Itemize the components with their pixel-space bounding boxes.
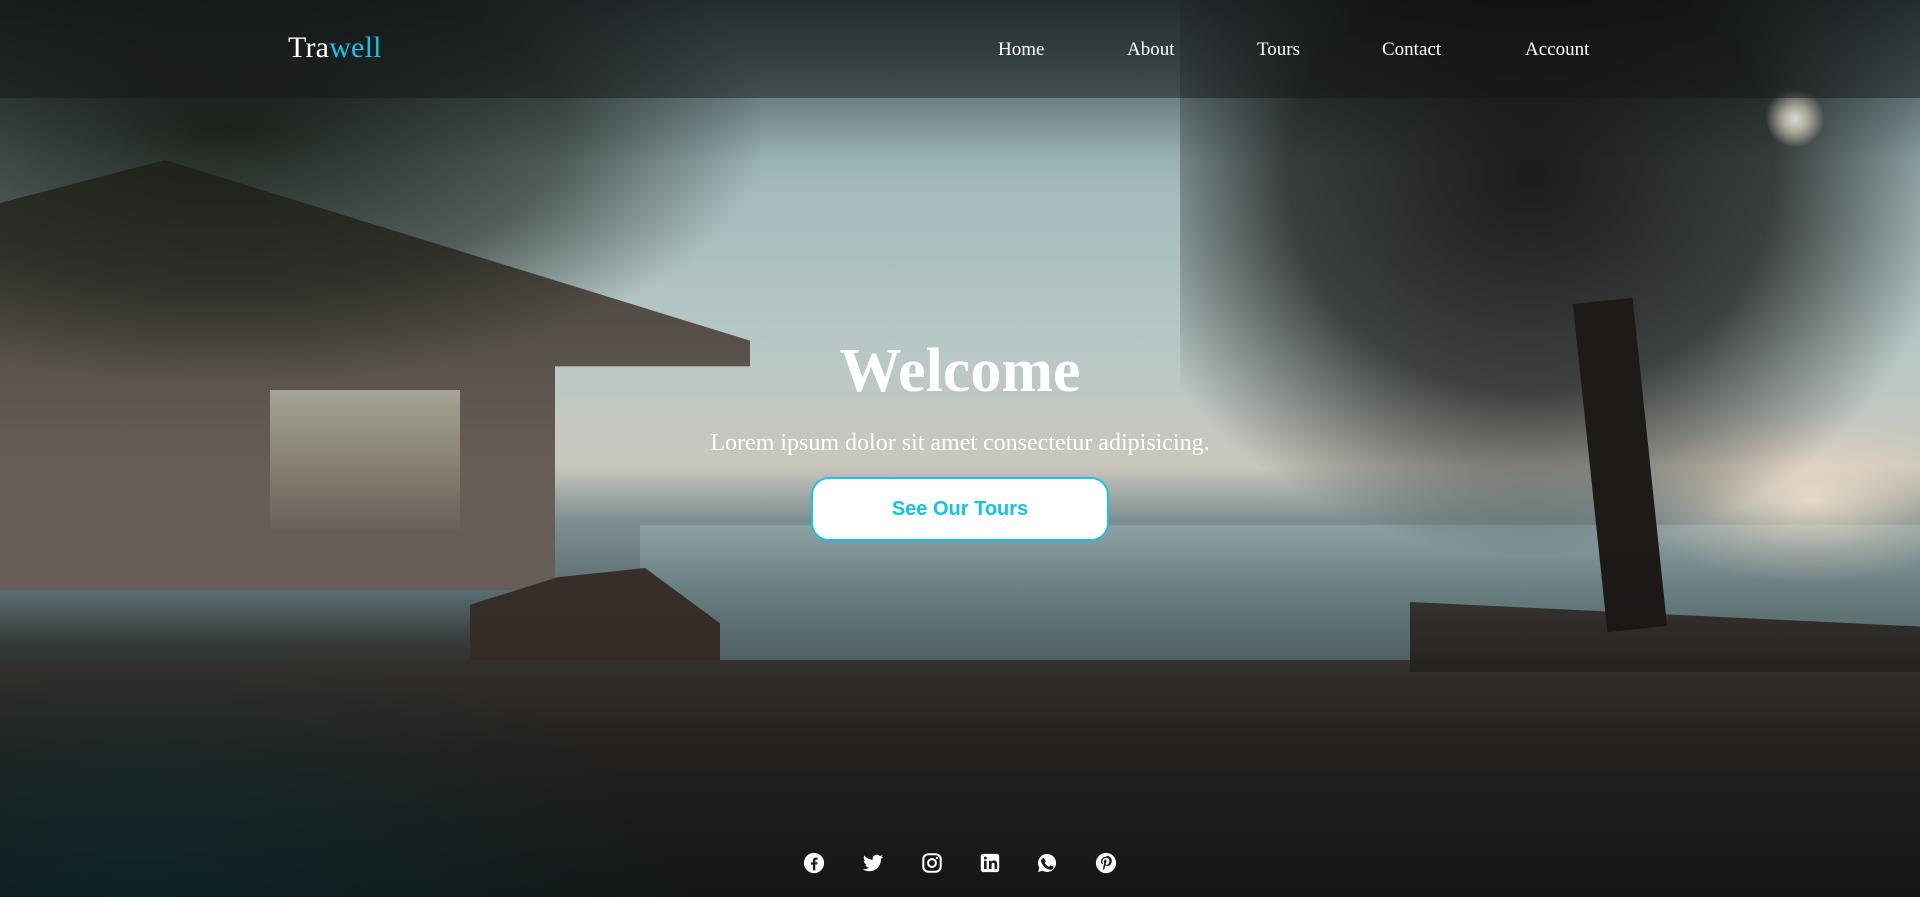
instagram-icon[interactable] (921, 852, 943, 874)
social-links (0, 852, 1920, 876)
facebook-icon[interactable] (803, 852, 825, 874)
nav-account[interactable]: Account (1525, 38, 1589, 62)
pinterest-icon[interactable] (1095, 852, 1117, 874)
nav-home[interactable]: Home (998, 38, 1044, 62)
hero-title: Welcome (839, 337, 1081, 405)
navbar: Trawell Home About Tours Contact Account (0, 0, 1920, 98)
hero-subtitle: Lorem ipsum dolor sit amet consectetur a… (710, 430, 1210, 456)
nav-tours[interactable]: Tours (1257, 38, 1300, 62)
twitter-icon[interactable] (862, 852, 884, 874)
main-nav: Home About Tours Contact Account (0, 38, 1920, 62)
nav-contact[interactable]: Contact (1382, 38, 1441, 62)
whatsapp-icon[interactable] (1036, 852, 1058, 874)
nav-about[interactable]: About (1127, 38, 1175, 62)
linkedin-icon[interactable] (979, 852, 1001, 874)
see-our-tours-button[interactable]: See Our Tours (811, 477, 1109, 541)
